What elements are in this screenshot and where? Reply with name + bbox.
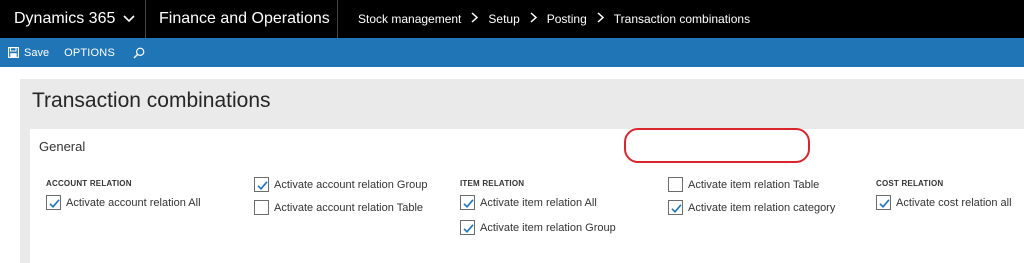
checkmark-icon [879, 199, 890, 208]
chevron-right-icon [530, 12, 537, 26]
chevron-right-icon [597, 12, 604, 26]
item-relation-header: ITEM RELATION [460, 179, 525, 188]
annotation-highlight-ring [624, 128, 810, 163]
main-content: Transaction combinations General ACCOUNT… [0, 67, 1024, 263]
app-name: Dynamics 365 [14, 10, 116, 27]
account-relation-header: ACCOUNT RELATION [46, 179, 132, 188]
options-button[interactable]: OPTIONS [64, 47, 115, 59]
checkbox-box [668, 200, 683, 215]
cost-relation-header: COST RELATION [876, 179, 944, 188]
activate-account-relation-all-checkbox[interactable]: Activate account relation All [46, 195, 201, 210]
save-label: Save [24, 46, 50, 59]
activate-item-relation-all-checkbox[interactable]: Activate item relation All [460, 195, 597, 210]
activate-account-relation-group-checkbox[interactable]: Activate account relation Group [254, 177, 427, 192]
checkbox-label: Activate item relation Table [688, 178, 820, 191]
save-button[interactable]: Save [8, 47, 49, 59]
checkbox-box [460, 220, 475, 235]
checkbox-label: Activate item relation category [688, 201, 836, 214]
checkbox-box [254, 177, 269, 192]
checkmark-icon [463, 224, 474, 233]
search-icon[interactable] [133, 47, 145, 59]
breadcrumb-stock-management[interactable]: Stock management [358, 12, 461, 26]
options-label: OPTIONS [64, 46, 115, 59]
divider [337, 0, 338, 38]
checkbox-box [46, 195, 61, 210]
checkmark-icon [463, 199, 474, 208]
module-name[interactable]: Finance and Operations [159, 0, 330, 38]
activate-cost-relation-all-checkbox[interactable]: Activate cost relation all [876, 195, 1012, 210]
checkbox-label: Activate account relation All [66, 196, 201, 209]
activate-account-relation-table-checkbox[interactable]: Activate account relation Table [254, 200, 423, 215]
checkbox-box [254, 200, 269, 215]
checkbox-label: Activate cost relation all [896, 196, 1012, 209]
checkbox-label: Activate account relation Table [274, 201, 423, 214]
checkbox-label: Activate item relation All [480, 196, 597, 209]
activate-item-relation-category-checkbox[interactable]: Activate item relation category [668, 200, 835, 215]
general-section-header[interactable]: General [39, 139, 85, 154]
checkbox-box [460, 195, 475, 210]
general-fasttab: General ACCOUNT RELATION Activate accoun… [30, 129, 1024, 263]
activate-item-relation-group-checkbox[interactable]: Activate item relation Group [460, 220, 616, 235]
page-title: Transaction combinations [32, 89, 271, 112]
checkmark-icon [49, 199, 60, 208]
save-icon [8, 47, 19, 58]
breadcrumb-posting[interactable]: Posting [547, 12, 587, 26]
checkmark-icon [671, 204, 682, 213]
breadcrumb-setup[interactable]: Setup [488, 12, 519, 26]
breadcrumb: Stock management Setup Posting Transacti… [358, 0, 750, 38]
top-navigation-bar: Dynamics 365 Finance and Operations Stoc… [0, 0, 1024, 38]
app-switcher[interactable]: Dynamics 365 [0, 0, 145, 38]
checkbox-box [668, 177, 683, 192]
chevron-right-icon [471, 12, 479, 26]
action-bar: Save OPTIONS [0, 38, 1024, 67]
checkmark-icon [257, 181, 268, 190]
module-label: Finance and Operations [159, 10, 330, 27]
breadcrumb-transaction-combinations[interactable]: Transaction combinations [614, 12, 750, 26]
chevron-down-icon [123, 10, 135, 28]
divider [145, 0, 146, 38]
checkbox-label: Activate account relation Group [274, 178, 428, 191]
checkbox-box [876, 195, 891, 210]
activate-item-relation-table-checkbox[interactable]: Activate item relation Table [668, 177, 819, 192]
checkbox-label: Activate item relation Group [480, 221, 616, 234]
